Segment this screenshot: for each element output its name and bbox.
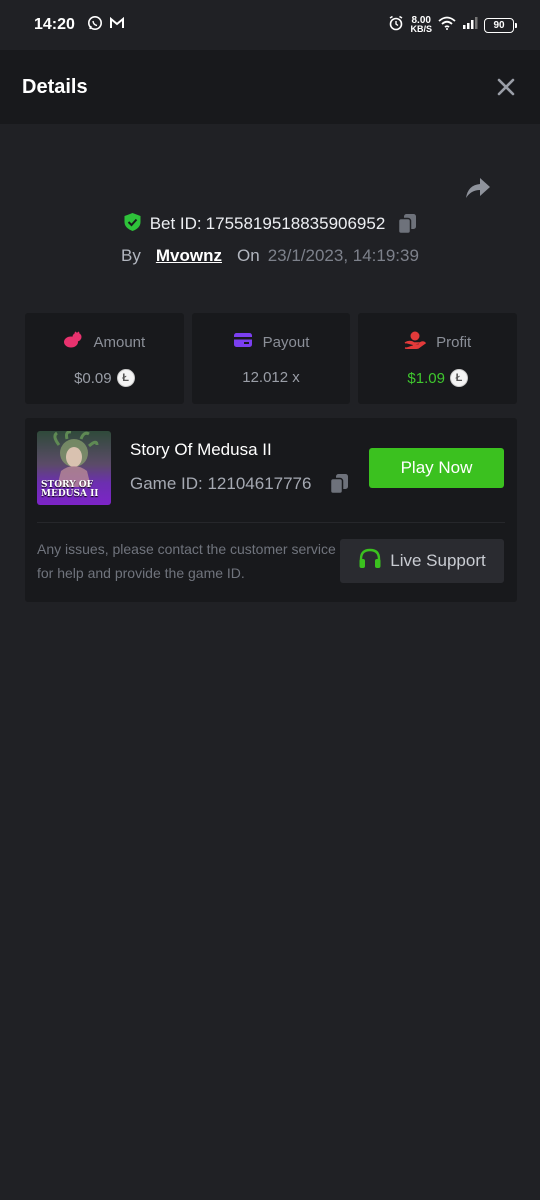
stat-amount: Amount $0.09 Ł xyxy=(25,313,184,404)
details-header: Details xyxy=(0,50,540,124)
stat-profit: Profit $1.09 Ł xyxy=(358,313,518,404)
signal-icon xyxy=(462,16,478,34)
copy-game-id-icon[interactable] xyxy=(329,473,349,495)
bet-datetime: 23/1/2023, 14:19:39 xyxy=(267,246,419,265)
stat-value: 12.012 x xyxy=(242,369,300,386)
bet-meta-row: By Mvownz On 23/1/2023, 14:19:39 xyxy=(0,243,540,269)
alarm-icon xyxy=(388,15,404,36)
live-support-label: Live Support xyxy=(390,551,486,570)
stat-value: $0.09 xyxy=(74,369,112,387)
by-label: By xyxy=(121,246,141,265)
wifi-icon xyxy=(438,16,456,35)
coins-icon xyxy=(63,331,83,354)
verified-shield-icon xyxy=(123,212,142,237)
litecoin-icon: Ł xyxy=(449,369,468,387)
bet-stats: Amount $0.09 Ł Payout 12.012 x Profit $1… xyxy=(25,313,518,404)
bet-id-value: 1755819518835906952 xyxy=(205,214,386,233)
game-id: Game ID: 12104617776 xyxy=(130,474,312,493)
hand-coin-icon xyxy=(404,331,427,354)
whatsapp-icon xyxy=(87,15,103,36)
game-name: Story Of Medusa II xyxy=(130,440,272,459)
username-link[interactable]: Mvownz xyxy=(156,246,222,266)
litecoin-icon: Ł xyxy=(116,369,135,387)
game-thumbnail[interactable]: STORY OF MEDUSA II xyxy=(37,431,111,505)
status-bar: 14:20 8.00 KB/S 90 xyxy=(0,0,540,50)
stat-payout: Payout 12.012 x xyxy=(191,313,351,404)
bet-id-label: Bet ID: xyxy=(149,214,202,233)
thumbnail-title: STORY OF MEDUSA II xyxy=(41,480,99,499)
play-now-button[interactable]: Play Now xyxy=(369,448,504,488)
close-icon[interactable] xyxy=(494,75,518,99)
bet-id-row: Bet ID: 1755819518835906952 xyxy=(0,210,540,238)
game-card: STORY OF MEDUSA II Story Of Medusa II Ga… xyxy=(25,418,517,602)
page-title: Details xyxy=(22,75,88,98)
net-speed: 8.00 KB/S xyxy=(410,15,432,34)
on-label: On xyxy=(237,246,260,265)
status-time: 14:20 xyxy=(34,16,75,33)
stat-label: Payout xyxy=(262,333,310,351)
gmail-icon xyxy=(109,16,125,35)
headset-icon xyxy=(358,548,382,575)
copy-bet-id-icon[interactable] xyxy=(397,213,417,235)
battery-indicator: 90 xyxy=(484,17,517,33)
stat-value: $1.09 xyxy=(407,369,445,387)
card-icon xyxy=(233,332,253,353)
stat-label: Amount xyxy=(93,333,146,351)
support-help-text: Any issues, please contact the customer … xyxy=(37,541,336,581)
live-support-button[interactable]: Live Support xyxy=(340,539,504,583)
stat-label: Profit xyxy=(436,333,472,351)
divider xyxy=(37,522,505,523)
share-icon[interactable] xyxy=(464,176,492,200)
